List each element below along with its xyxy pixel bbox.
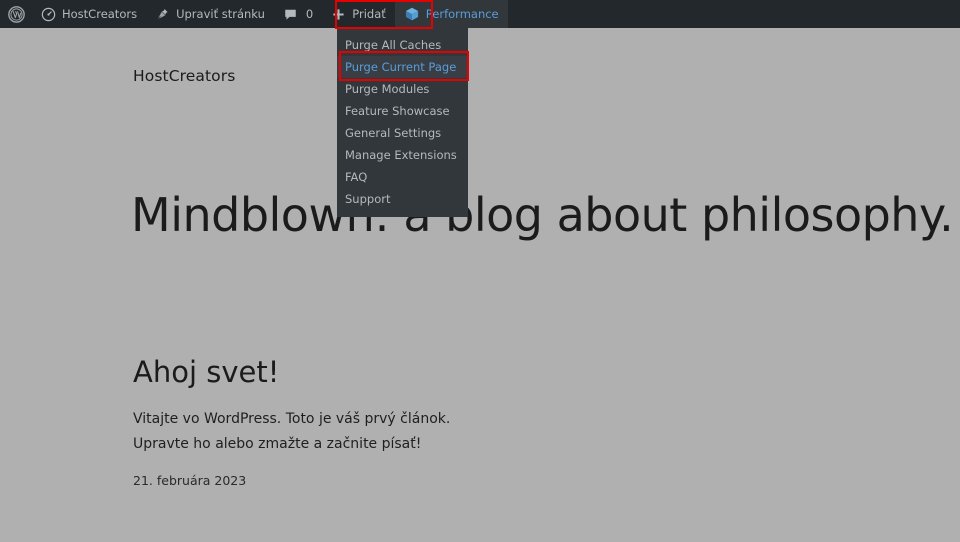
hero-heading: Mindblown: a blog about philosophy.	[131, 188, 954, 242]
adminbar-comment-count: 0	[305, 7, 314, 21]
post-date: 21. februára 2023	[133, 473, 247, 488]
menu-item-feature-showcase[interactable]: Feature Showcase	[337, 100, 468, 122]
menu-item-purge-all-caches[interactable]: Purge All Caches	[337, 34, 468, 56]
plus-icon	[331, 7, 346, 22]
post-excerpt-line-2: Upravte ho alebo zmažte a začnite písať!	[133, 436, 422, 452]
adminbar-new-content-label: Pridať	[352, 7, 386, 21]
admin-bar: HostCreators Upraviť stránku 0 Pridať Pe…	[0, 0, 960, 28]
site-title[interactable]: HostCreators	[133, 67, 235, 85]
menu-item-manage-extensions[interactable]: Manage Extensions	[337, 144, 468, 166]
adminbar-site-name[interactable]: HostCreators	[32, 0, 146, 28]
adminbar-edit-page-label: Upraviť stránku	[176, 7, 265, 21]
performance-dropdown-menu: Purge All Caches Purge Current Page Purg…	[337, 28, 468, 217]
adminbar-comments[interactable]: 0	[274, 0, 322, 28]
adminbar-performance[interactable]: Performance	[394, 0, 508, 28]
menu-item-faq[interactable]: FAQ	[337, 166, 468, 188]
adminbar-site-name-label: HostCreators	[62, 7, 138, 21]
edit-pin-icon	[155, 7, 170, 22]
comment-bubble-icon	[283, 7, 298, 22]
w3-total-cache-cube-icon	[404, 6, 420, 22]
adminbar-wp-logo[interactable]	[0, 0, 32, 28]
site-content: HostCreators Mindblown: a blog about phi…	[0, 28, 960, 542]
menu-item-support[interactable]: Support	[337, 188, 468, 210]
adminbar-performance-label: Performance	[425, 7, 499, 21]
adminbar-edit-page[interactable]: Upraviť stránku	[146, 0, 274, 28]
menu-item-general-settings[interactable]: General Settings	[337, 122, 468, 144]
menu-item-purge-current-page[interactable]: Purge Current Page	[337, 56, 468, 78]
post-title[interactable]: Ahoj svet!	[133, 355, 279, 389]
adminbar-new-content[interactable]: Pridať	[322, 0, 395, 28]
post-excerpt-line-1: Vitajte vo WordPress. Toto je váš prvý č…	[133, 411, 451, 427]
dashboard-speedometer-icon	[41, 7, 56, 22]
wordpress-logo-icon	[8, 5, 25, 23]
menu-item-purge-modules[interactable]: Purge Modules	[337, 78, 468, 100]
